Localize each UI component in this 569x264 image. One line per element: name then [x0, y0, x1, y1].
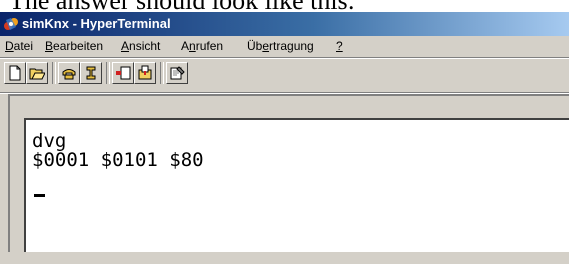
menu-label: n: [189, 39, 196, 53]
menu-ansicht[interactable]: Ansicht: [119, 36, 162, 57]
send-icon: [116, 66, 131, 80]
menu-help[interactable]: ?: [334, 36, 345, 57]
menu-label: e: [262, 39, 270, 53]
receive-button[interactable]: [134, 62, 156, 84]
open-button[interactable]: [26, 62, 48, 84]
properties-icon: [170, 66, 185, 80]
menu-label: A: [121, 39, 130, 53]
connect-icon: [62, 69, 76, 80]
toolbar-separator: [106, 62, 110, 84]
send-button[interactable]: [112, 62, 134, 84]
toolbar: [0, 59, 569, 91]
new-button[interactable]: [4, 62, 26, 84]
properties-button[interactable]: [166, 62, 188, 84]
menu-uebertragung[interactable]: Übertragung: [245, 36, 316, 57]
menu-label: B: [45, 39, 54, 53]
open-icon: [29, 68, 45, 80]
menu-datei[interactable]: Datei: [3, 36, 35, 57]
disconnect-button[interactable]: [80, 62, 102, 84]
terminal-screen[interactable]: dvg $0001 $0101 $80: [24, 118, 569, 252]
new-icon: [9, 65, 21, 81]
connect-button[interactable]: [58, 62, 80, 84]
menu-label: ?: [336, 39, 343, 53]
toolbar-separator: [160, 62, 164, 84]
window-title: simKnx - HyperTerminal: [22, 16, 171, 31]
terminal-line: $0001 $0101 $80: [32, 149, 204, 171]
menu-bearbeiten[interactable]: Bearbeiten: [43, 36, 105, 57]
menu-label: D: [5, 39, 14, 53]
menu-bar: Datei Bearbeiten Ansicht Anrufen Übertra…: [0, 36, 569, 57]
receive-icon: [138, 65, 152, 80]
hyperterminal-app-icon[interactable]: [3, 16, 19, 32]
terminal-line: dvg: [32, 130, 67, 152]
text-cursor: [34, 194, 45, 197]
toolbar-separator: [52, 62, 56, 84]
menu-anrufen[interactable]: Anrufen: [179, 36, 225, 57]
title-bar[interactable]: simKnx - HyperTerminal: [0, 12, 569, 36]
disconnect-icon: [86, 66, 96, 80]
